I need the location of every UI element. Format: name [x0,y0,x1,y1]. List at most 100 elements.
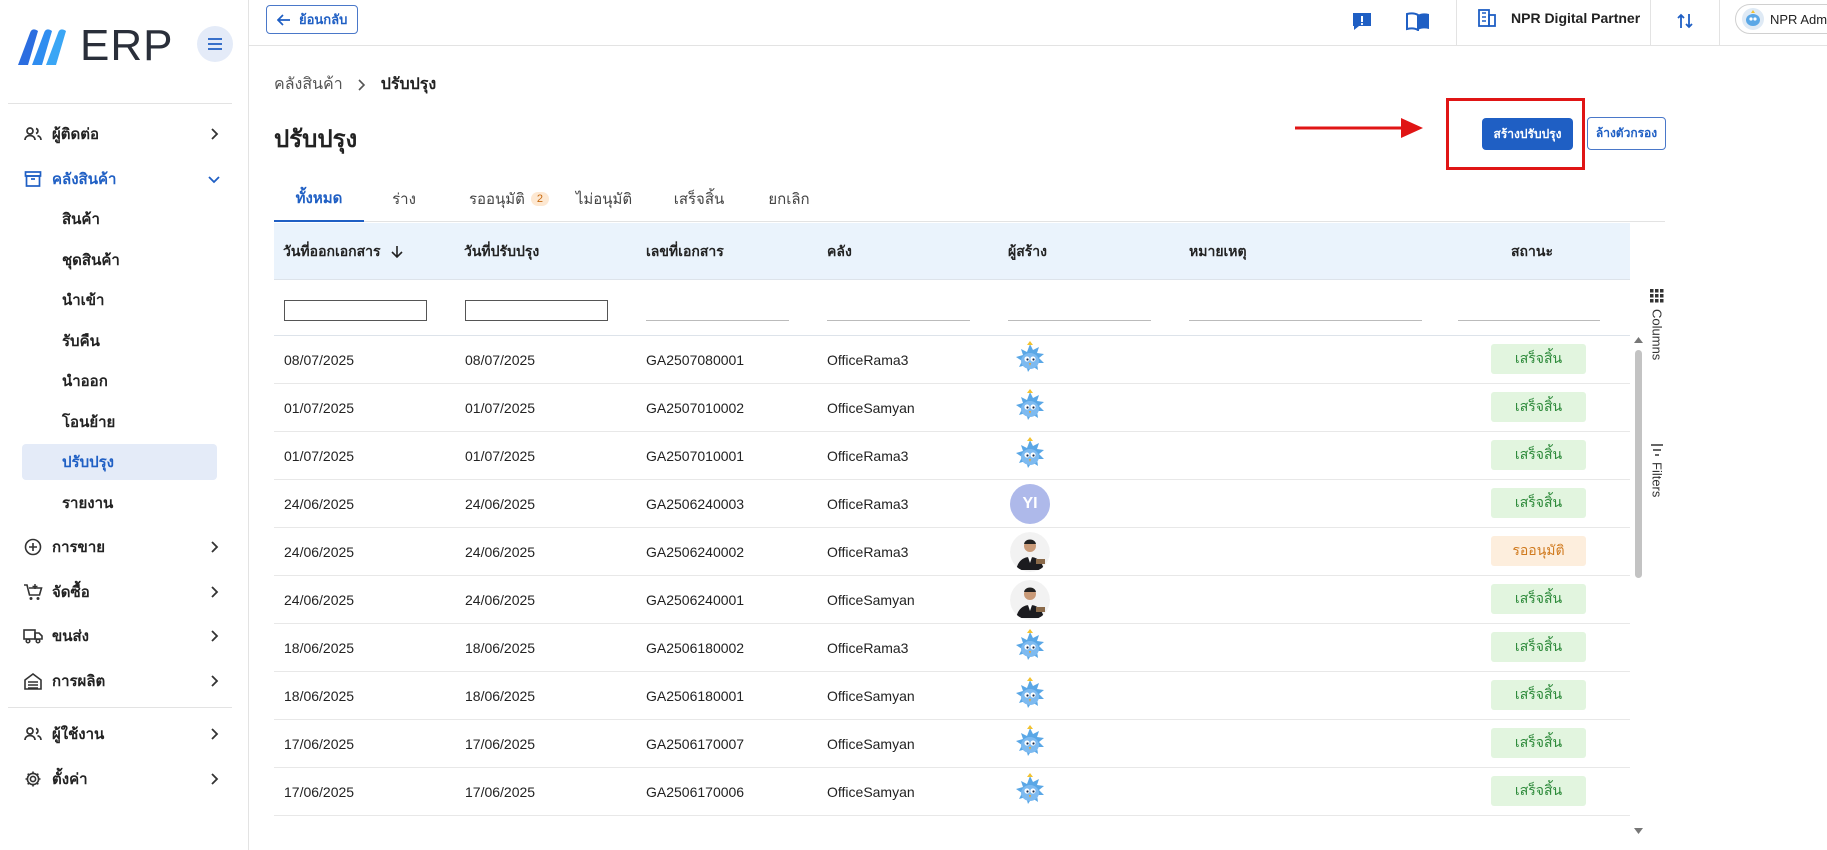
tab-all[interactable]: ทั้งหมด [274,176,364,222]
factory-icon [22,670,44,692]
column-header-adjust-date[interactable]: วันที่ปรับปรุง [464,223,539,280]
bird-mascot-icon [1016,437,1044,468]
annotation-arrow-icon [1295,118,1423,138]
note-filter-input[interactable] [1189,320,1422,321]
sidebar-item-contacts[interactable]: ผู้ติดต่อ [22,114,222,154]
sidebar-item-production[interactable]: การผลิต [22,661,222,701]
cell-doc-no: GA2506170006 [646,784,745,800]
status-badge: เสร็จสิ้น [1491,344,1586,374]
table-row[interactable]: 01/07/2025 01/07/2025 GA2507010002 OfficeSa… [274,384,1630,432]
sidebar-item-warehouse[interactable]: คลังสินค้า [22,159,222,199]
creator-avatar-mascot[interactable] [1010,724,1050,764]
switch-button[interactable] [1672,8,1698,34]
filters-panel-button[interactable]: Filters [1645,444,1669,497]
chevron-right-icon [211,675,219,687]
status-filter-input[interactable] [1458,320,1600,321]
tab-label: ไม่อนุมัติ [575,191,633,208]
company-selector[interactable]: NPR Digital Partner [1477,8,1640,28]
sidebar-subitem-import[interactable]: นำเข้า [22,282,217,318]
sidebar-subitem-products[interactable]: สินค้า [22,201,217,237]
bird-mascot-icon [1016,389,1044,420]
tab-draft[interactable]: ร่าง [374,176,434,222]
sidebar-item-purchase[interactable]: จัดซื้อ [22,572,222,612]
feedback-button[interactable] [1349,8,1375,34]
cell-doc-no: GA2506240002 [646,544,745,560]
cell-issue-date: 18/06/2025 [284,688,355,704]
user-name: NPR Admin [1770,11,1827,27]
cell-issue-date: 17/06/2025 [284,736,355,752]
hamburger-icon [208,38,222,50]
table-row[interactable]: 17/06/2025 17/06/2025 GA2506170007 OfficeSa… [274,720,1630,768]
table-row[interactable]: 18/06/2025 18/06/2025 GA2506180001 OfficeSa… [274,672,1630,720]
user-menu[interactable]: NPR Admin [1735,4,1827,34]
column-header-status[interactable]: สถานะ [1511,223,1553,280]
cell-doc-no: GA2506170007 [646,736,745,752]
sidebar-subitem-report[interactable]: รายงาน [22,485,217,521]
creator-filter-input[interactable] [1008,320,1151,321]
sidebar-subitem-adjustment[interactable]: ปรับปรุง [22,444,217,480]
sidebar-subitem-transfer[interactable]: โอนย้าย [22,404,217,440]
cell-creator [1010,768,1050,816]
tab-cancelled[interactable]: ยกเลิก [754,176,824,222]
tab-pending[interactable]: รออนุมัติ 2 [464,176,554,222]
back-button[interactable]: ย้อนกลับ [266,5,359,34]
warehouse-icon [22,168,44,190]
table-scrollbar[interactable] [1633,336,1644,835]
sidebar-subitem-bundles[interactable]: ชุดสินค้า [22,242,217,278]
column-header-creator[interactable]: ผู้สร้าง [1008,223,1047,280]
cell-creator [1010,576,1050,624]
creator-avatar-photo[interactable] [1010,580,1050,620]
sidebar-subitem-export[interactable]: นำออก [22,363,217,399]
creator-avatar-mascot[interactable] [1010,388,1050,428]
gear-icon [22,768,44,790]
table-row[interactable]: 24/06/2025 24/06/2025 GA2506240003 OfficeRa… [274,480,1630,528]
cell-creator [1010,624,1050,672]
table-row[interactable]: 18/06/2025 18/06/2025 GA2506180002 OfficeRa… [274,624,1630,672]
create-adjustment-button[interactable]: สร้างปรับปรุง [1482,118,1573,150]
sidebar-item-label: ผู้ใช้งาน [52,726,105,743]
table-row[interactable]: 08/07/2025 08/07/2025 GA2507080001 OfficeRa… [274,336,1630,384]
table-row[interactable]: 24/06/2025 24/06/2025 GA2506240001 OfficeSa… [274,576,1630,624]
sidebar-item-label: ผู้ติดต่อ [52,126,100,143]
filters-panel-label: Filters [1649,462,1665,498]
creator-avatar[interactable]: YI [1010,484,1050,524]
brand-logo[interactable]: ERP [14,24,173,68]
manual-button[interactable] [1405,8,1431,34]
tab-completed[interactable]: เสร็จสิ้น [659,176,739,222]
cell-adjust-date: 01/07/2025 [465,400,536,416]
columns-panel-button[interactable]: Columns [1645,289,1669,360]
tab-label: ร่าง [392,191,416,208]
column-header-issue-date[interactable]: วันที่ออกเอกสาร [283,223,403,280]
clear-filter-button[interactable]: ล้างตัวกรอง [1587,117,1666,150]
sidebar-item-settings[interactable]: ตั้งค่า [22,759,222,799]
adjust-date-filter-input[interactable] [465,300,608,321]
column-header-warehouse[interactable]: คลัง [827,223,852,280]
creator-avatar-mascot[interactable] [1010,436,1050,476]
table-row[interactable]: 01/07/2025 01/07/2025 GA2507010001 OfficeRa… [274,432,1630,480]
creator-avatar-mascot[interactable] [1010,628,1050,668]
menu-toggle-button[interactable] [197,26,233,62]
cell-warehouse: OfficeSamyan [827,736,915,752]
tab-rejected[interactable]: ไม่อนุมัติ [574,176,634,222]
sidebar-item-users[interactable]: ผู้ใช้งาน [22,714,222,754]
scroll-down-icon [1634,828,1643,834]
table-row[interactable]: 24/06/2025 24/06/2025 GA2506240002 OfficeRa… [274,528,1630,576]
sidebar-item-shipping[interactable]: ขนส่ง [22,616,222,656]
creator-avatar-mascot[interactable] [1010,676,1050,716]
creator-avatar-photo[interactable] [1010,532,1050,572]
warehouse-filter-input[interactable] [827,320,970,321]
doc-no-filter-input[interactable] [646,320,789,321]
creator-avatar-mascot[interactable] [1010,772,1050,812]
column-header-note[interactable]: หมายเหตุ [1189,223,1247,280]
cell-warehouse: OfficeSamyan [827,784,915,800]
scrollbar-thumb[interactable] [1635,350,1642,578]
chevron-right-icon [211,728,219,740]
sidebar-item-sales[interactable]: การขาย [22,527,222,567]
table-row[interactable]: 17/06/2025 17/06/2025 GA2506170006 OfficeSa… [274,768,1630,816]
column-header-doc-no[interactable]: เลขที่เอกสาร [646,223,724,280]
sidebar-subitem-returns[interactable]: รับคืน [22,323,217,359]
status-badge: เสร็จสิ้น [1491,440,1586,470]
breadcrumb-parent[interactable]: คลังสินค้า [274,72,343,97]
creator-avatar-mascot[interactable] [1010,340,1050,380]
issue-date-filter-input[interactable] [284,300,427,321]
